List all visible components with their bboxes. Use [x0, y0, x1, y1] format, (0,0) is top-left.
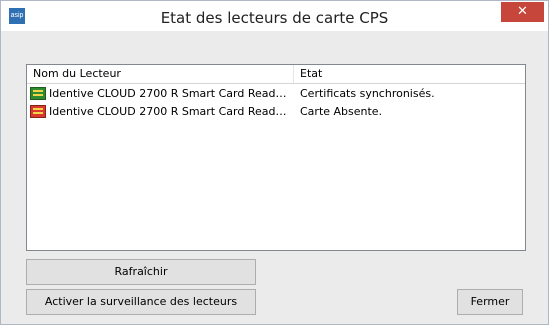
reader-list[interactable]: Nom du Lecteur Etat Identive CLOUD 2700 …	[26, 64, 526, 251]
column-header-state[interactable]: Etat	[294, 65, 525, 83]
close-button[interactable]: Fermer	[457, 289, 523, 315]
title-bar[interactable]: asip Etat des lecteurs de carte CPS ✕	[1, 1, 548, 31]
dialog-window: asip Etat des lecteurs de carte CPS ✕ No…	[0, 0, 549, 325]
card-reader-green-icon	[30, 87, 46, 100]
column-header-name[interactable]: Nom du Lecteur	[27, 65, 294, 83]
reader-name: Identive CLOUD 2700 R Smart Card Read…	[49, 87, 287, 100]
list-item[interactable]: Identive CLOUD 2700 R Smart Card Read… C…	[27, 85, 525, 103]
close-window-button[interactable]: ✕	[501, 2, 544, 22]
list-header: Nom du Lecteur Etat	[27, 65, 525, 84]
refresh-button[interactable]: Rafraîchir	[26, 259, 256, 285]
reader-state: Carte Absente.	[300, 105, 383, 118]
card-reader-red-icon	[30, 105, 46, 118]
window-title: Etat des lecteurs de carte CPS	[160, 9, 389, 27]
list-item[interactable]: Identive CLOUD 2700 R Smart Card Read… C…	[27, 103, 525, 121]
reader-name: Identive CLOUD 2700 R Smart Card Read…	[49, 105, 287, 118]
activate-monitoring-button[interactable]: Activer la surveillance des lecteurs	[26, 289, 256, 315]
reader-state: Certificats synchronisés.	[300, 87, 435, 100]
